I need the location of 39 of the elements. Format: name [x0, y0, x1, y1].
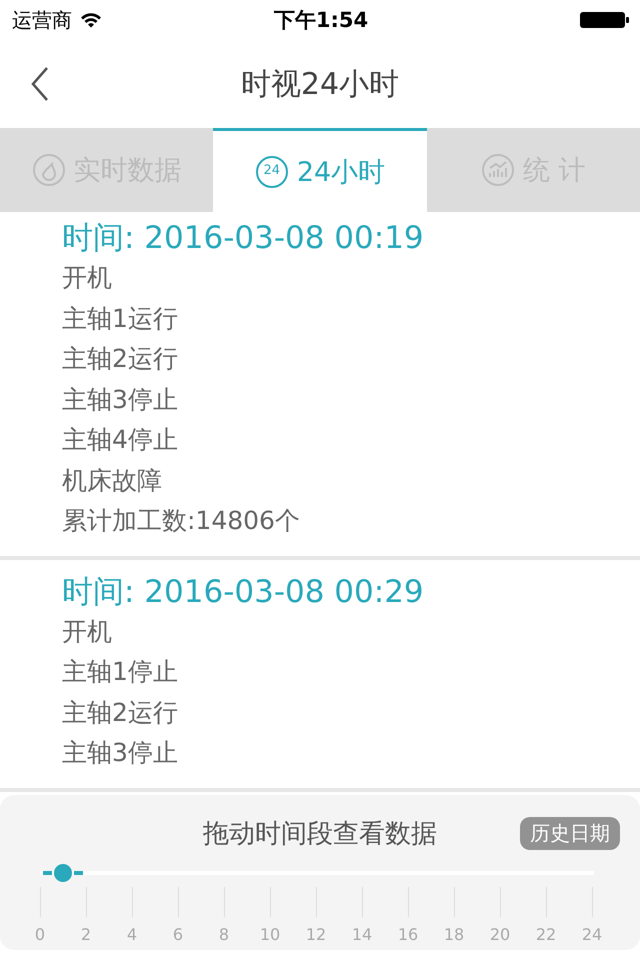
carrier-name: 运营商: [12, 6, 72, 34]
status-text: 主轴3停止: [62, 384, 179, 416]
battery-icon: [580, 12, 630, 28]
hour-label: 22: [536, 925, 556, 944]
slider-range[interactable]: [41, 863, 86, 883]
hour-label: 20: [490, 925, 510, 944]
wifi-icon: [80, 12, 102, 28]
page-title: 时视24小时: [240, 66, 400, 104]
hour-label: 6: [172, 925, 184, 944]
gauge-icon: [32, 153, 66, 187]
hour-label: 0: [34, 925, 46, 944]
bar-chart-icon: [481, 153, 516, 187]
tab[interactable]: 24 24小时: [213, 128, 427, 212]
hour-label: 24: [582, 925, 602, 944]
status-text: 主轴3停止: [62, 737, 179, 769]
panel-title: 拖动时间段查看数据: [203, 818, 437, 850]
history-date-button[interactable]: 历史日期: [520, 817, 620, 850]
status-text: 累计加工数:14806个: [62, 505, 301, 537]
status-text: 主轴4停止: [62, 424, 179, 456]
hour-label: 10: [260, 925, 280, 944]
status-text: 开机: [62, 616, 113, 648]
hour-label: 8: [218, 925, 230, 944]
status-text: 开机: [62, 262, 113, 294]
hour-label: 12: [306, 925, 326, 944]
hour-label: 4: [126, 925, 138, 944]
status-text: 主轴1停止: [62, 656, 179, 688]
record-time: 时间: 2016-03-08 00:29: [62, 572, 425, 612]
hour-label: 2: [80, 925, 92, 944]
clock-badge-icon: 24: [254, 154, 289, 188]
hour-label: 14: [352, 925, 372, 944]
status-text: 主轴1运行: [62, 302, 179, 334]
hour-label: 16: [398, 925, 418, 944]
hour-label: 18: [444, 925, 464, 944]
status-text: 主轴2运行: [62, 696, 179, 728]
clock-time: 下午1:54: [274, 7, 368, 34]
status-text: 机床故障: [62, 464, 163, 496]
record-time: 时间: 2016-03-08 00:19: [62, 219, 425, 258]
status-text: 主轴2运行: [62, 343, 179, 375]
back-button[interactable]: [30, 66, 50, 102]
